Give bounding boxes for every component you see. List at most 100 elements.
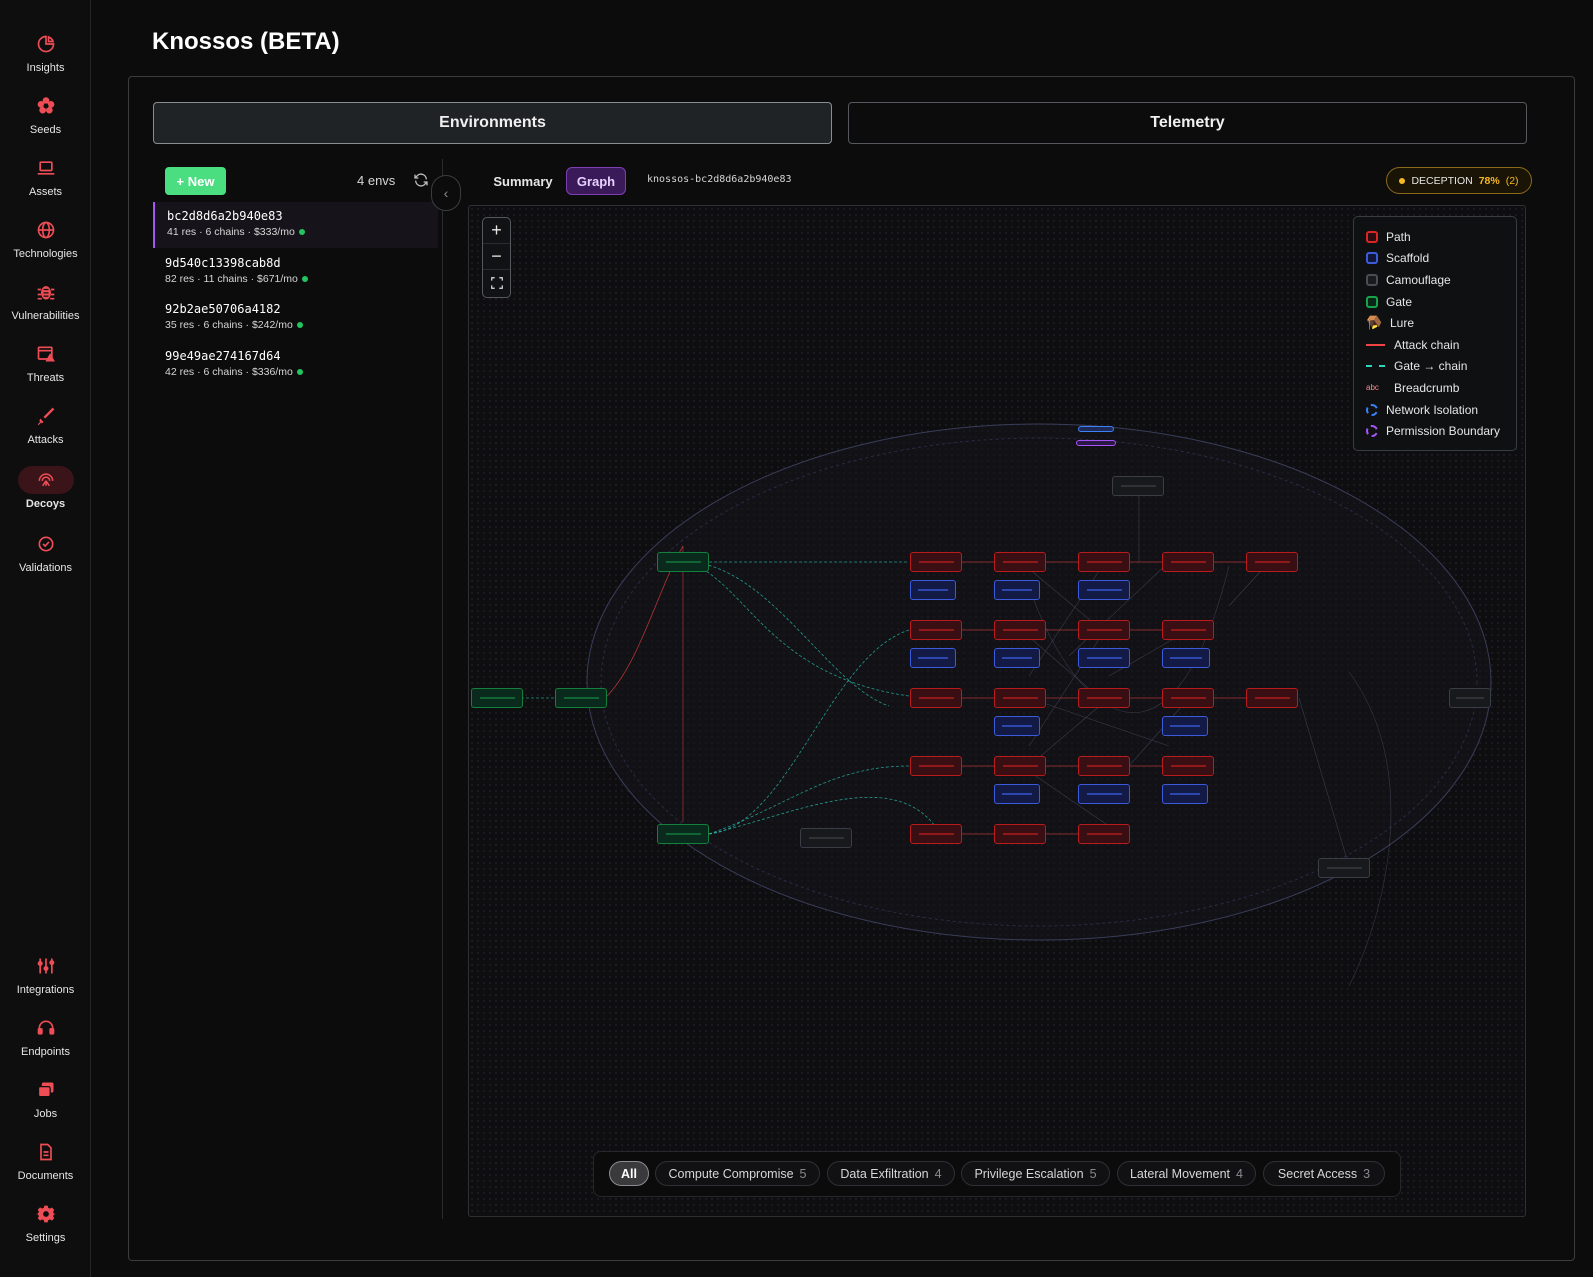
node-label-placeholder [1086,629,1122,631]
env-list-item[interactable]: bc2d8d6a2b940e83 41 res · 6 chains · $33… [153,202,438,248]
sidebar-item-integrations[interactable]: Integrations [0,952,91,1010]
filter-chip-lateral-movement[interactable]: Lateral Movement 4 [1117,1161,1256,1186]
graph-node[interactable] [471,688,523,708]
fit-view-button[interactable] [483,270,510,296]
graph-node[interactable] [1162,552,1214,572]
graph-node[interactable] [1162,784,1208,804]
graph-node[interactable] [1246,552,1298,572]
graph-node[interactable] [1162,756,1214,776]
graph-node[interactable] [1162,688,1214,708]
sidebar-item-validations[interactable]: Validations [0,530,91,588]
graph-node[interactable] [1162,620,1214,640]
graph-node[interactable] [910,580,956,600]
env-count: 4 envs [357,173,396,188]
graph-node[interactable] [994,756,1046,776]
filter-chip-secret-access[interactable]: Secret Access 3 [1263,1161,1385,1186]
filter-chip-data-exfiltration[interactable]: Data Exfiltration 4 [827,1161,955,1186]
chip-label: Compute Compromise [668,1166,794,1181]
zoom-in-button[interactable]: + [483,218,510,244]
node-label-placeholder [1254,561,1290,563]
graph-node[interactable] [1246,688,1298,708]
sidebar-item-assets[interactable]: Assets [0,154,91,212]
graph-node[interactable] [994,688,1046,708]
filter-chip-all[interactable]: All [609,1161,649,1186]
legend-label: Attack chain [1394,337,1460,352]
graph-node[interactable] [1078,688,1130,708]
tab-environments[interactable]: Environments [153,102,832,144]
graph-node[interactable] [994,552,1046,572]
graph-node[interactable] [1078,552,1130,572]
graph-node[interactable] [1318,858,1370,878]
graph-node[interactable] [555,688,607,708]
graph-node[interactable] [657,824,709,844]
refresh-icon[interactable] [413,172,429,188]
env-list-item[interactable]: 99e49ae274167d64 42 res · 6 chains · $33… [153,342,438,388]
graph-node[interactable] [1078,756,1130,776]
graph-node[interactable] [657,552,709,572]
sidebar-item-decoys[interactable]: Decoys [0,466,91,524]
sidebar-item-endpoints[interactable]: Endpoints [0,1014,91,1072]
globe-icon [18,216,74,244]
legend-label: Path [1386,229,1411,244]
tab-graph[interactable]: Graph [566,167,626,195]
graph-node[interactable] [910,552,962,572]
graph-node[interactable] [1112,476,1164,496]
sidebar-item-attacks[interactable]: Attacks [0,402,91,460]
graph-legend: Path Scaffold Camouflage Gate 🪤 Lure Atta… [1353,216,1517,451]
graph-node[interactable] [994,716,1040,736]
graph-node[interactable] [994,580,1040,600]
zoom-out-button[interactable]: − [483,244,510,270]
graph-node[interactable] [1078,824,1130,844]
graph-node[interactable] [1078,620,1130,640]
graph-node[interactable] [1078,580,1130,600]
collapse-panel-button[interactable]: ‹ [431,175,461,211]
graph-node[interactable] [1078,648,1130,668]
graph-node[interactable] [1078,784,1130,804]
env-list-item[interactable]: 92b2ae50706a4182 35 res · 6 chains · $24… [153,295,438,341]
bug-icon [18,278,74,306]
filter-chip-compute-compromise[interactable]: Compute Compromise 5 [655,1161,820,1186]
graph-node[interactable] [910,688,962,708]
env-list-item[interactable]: 9d540c13398cab8d 82 res · 11 chains · $6… [153,249,438,295]
tab-telemetry[interactable]: Telemetry [848,102,1527,144]
sidebar-item-label: Insights [26,62,65,74]
sidebar-item-threats[interactable]: Threats [0,340,91,398]
graph-node[interactable] [910,620,962,640]
permission-boundary-icon [1366,425,1378,438]
graph-node[interactable] [910,824,962,844]
status-dot [298,229,305,235]
node-label-placeholder [1326,867,1362,869]
graph-node[interactable] [994,824,1046,844]
chip-count: 5 [1089,1166,1097,1181]
env-meta: 35 res · 6 chains · $242/mo [165,319,293,331]
graph-node[interactable] [1162,716,1208,736]
graph-node[interactable] [994,620,1046,640]
graph-node[interactable] [910,756,962,776]
graph-canvas[interactable]: + − Path Scaffold Camouflage Gate 🪤 Lure … [468,205,1526,1217]
new-env-button[interactable]: + New [165,167,226,195]
graph-node[interactable] [994,648,1040,668]
tab-summary[interactable]: Summary [489,167,557,195]
sidebar-item-insights[interactable]: Insights [0,30,91,88]
minus-icon: − [491,246,502,266]
graph-node[interactable] [1449,688,1491,708]
legend-item-gate-chain: Gate → chain [1366,356,1504,378]
graph-node[interactable] [800,828,852,848]
page-title: Knossos (BETA) [152,28,340,55]
node-label-placeholder [1170,629,1206,631]
alert-window-icon [18,340,74,368]
sidebar-item-documents[interactable]: Documents [0,1138,91,1196]
check-circle-icon [18,530,74,558]
sidebar-item-technologies[interactable]: Technologies [0,216,91,274]
node-label-placeholder [1169,657,1203,659]
sidebar-item-seeds[interactable]: Seeds [0,92,91,150]
sidebar-item-vulnerabilities[interactable]: Vulnerabilities [0,278,91,336]
graph-node[interactable] [994,784,1040,804]
chip-label: Privilege Escalation [974,1166,1084,1181]
graph-node[interactable] [1162,648,1210,668]
node-label-placeholder [918,629,954,631]
sidebar-item-settings[interactable]: Settings [0,1200,91,1258]
graph-node[interactable] [910,648,956,668]
sidebar-item-jobs[interactable]: Jobs [0,1076,91,1134]
filter-chip-privilege-escalation[interactable]: Privilege Escalation 5 [961,1161,1110,1186]
